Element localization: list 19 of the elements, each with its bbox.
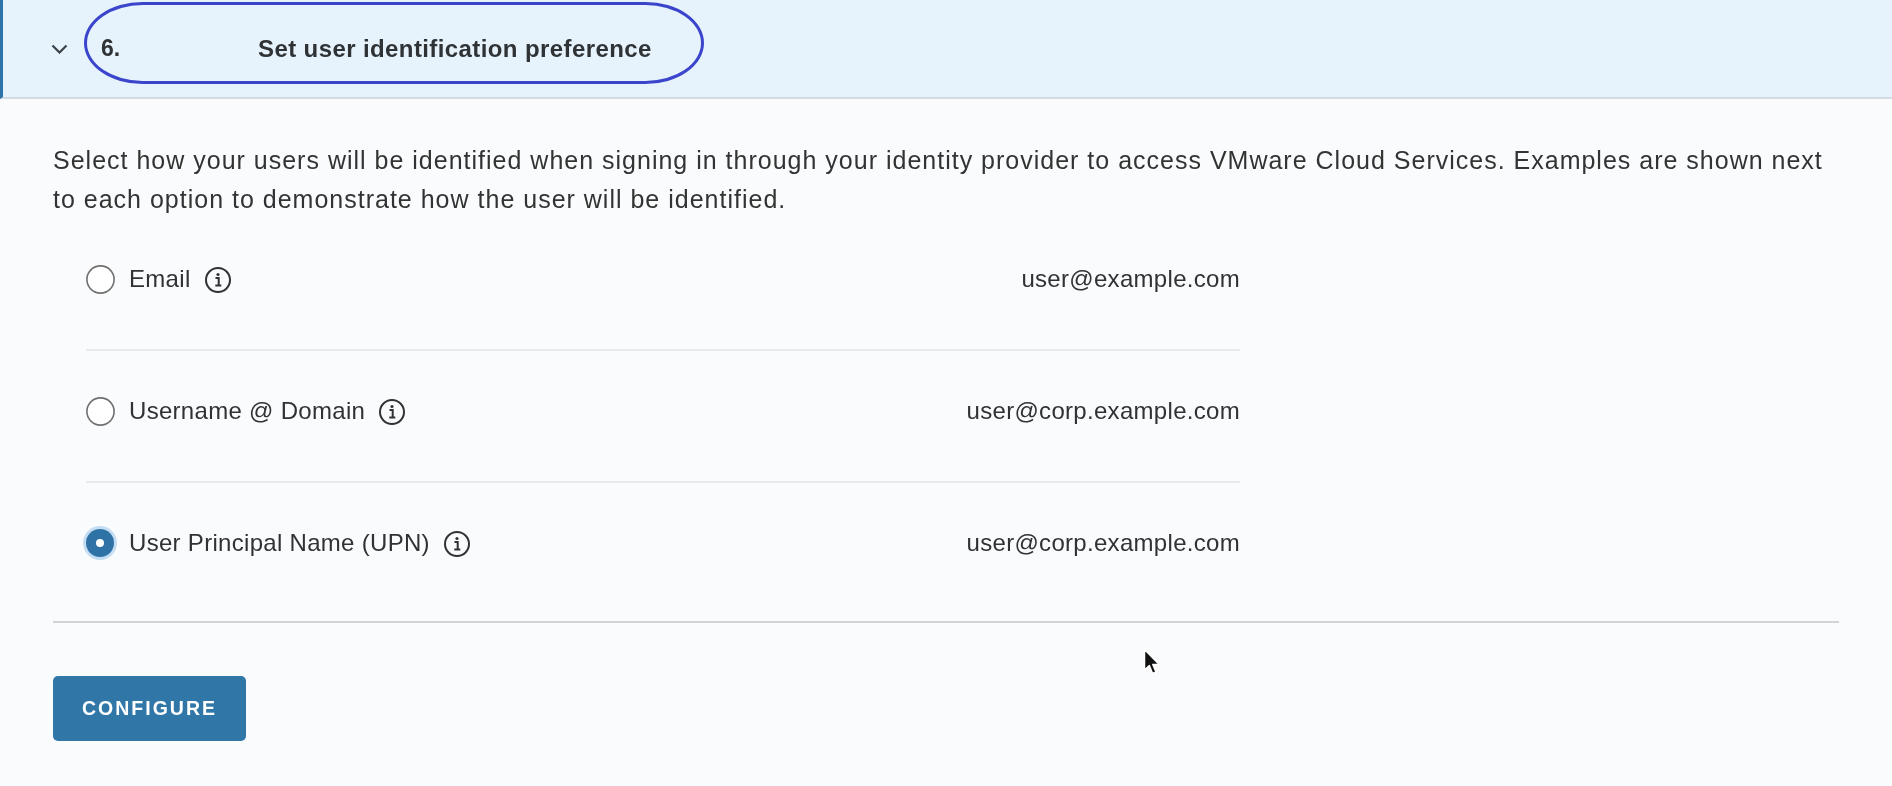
description-text: Select how your users will be identified when signing in through your identity provider to access VMware Cloud Services. Examples are shown next to each option to demonstrate how the user will be identified. xyxy=(53,145,1824,215)
example-text: user@example.com xyxy=(1021,264,1240,294)
info-icon[interactable] xyxy=(443,531,470,557)
radio-button[interactable] xyxy=(85,264,115,294)
mouse-pointer-icon xyxy=(1143,648,1161,676)
option-label: Username @ Domain xyxy=(129,396,366,426)
configure-button[interactable]: CONFIGURE xyxy=(53,676,246,741)
example-text: user@corp.example.com xyxy=(966,528,1240,558)
chevron-icon[interactable] xyxy=(51,43,68,54)
radio-button[interactable] xyxy=(85,396,115,426)
section-header[interactable]: 6. Set user identification preference xyxy=(0,0,1892,99)
option-label: User Principal Name (UPN) xyxy=(129,528,430,558)
section-title: Set user identification preference xyxy=(258,34,652,63)
radio-button[interactable] xyxy=(83,526,117,560)
info-icon[interactable] xyxy=(204,267,231,293)
option-label: Email xyxy=(129,264,191,294)
example-text: user@corp.example.com xyxy=(966,396,1240,426)
info-icon[interactable] xyxy=(379,399,406,425)
step-number: 6. xyxy=(101,35,121,62)
